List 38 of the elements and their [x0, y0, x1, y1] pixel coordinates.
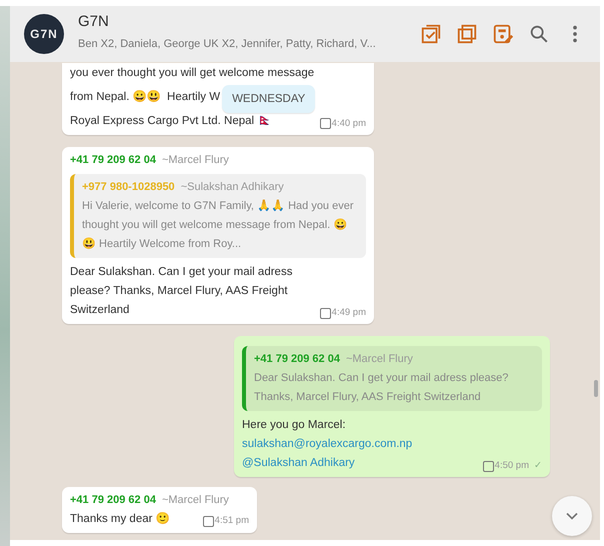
message-time: 4:49 pm	[332, 306, 366, 320]
quoted-text: Hi Valerie, welcome to G7N Family, 🙏🙏 Had you ever thought you will get welcome message from Nepal. 😀😃 Heartily Welcome from Roy...	[82, 200, 354, 250]
quoted-phone: +41 79 209 62 04	[254, 353, 340, 366]
quoted-message[interactable]: +41 79 209 62 04 ~Marcel Flury Dear Sulakshan. Can I get your mail adress please? Thanks, Marcel Flury, AAS Freight Switzerland	[242, 346, 542, 412]
message-text: Royal Express Cargo Pvt Ltd. Nepal 🇳🇵	[70, 115, 272, 127]
message-time: 4:40 pm	[332, 116, 366, 131]
message-text: Dear Sulakshan. Can I get your mail adress please? Thanks, Marcel Flury, AAS Freight Switzerland	[70, 266, 292, 316]
sender-name: ~Marcel Flury	[162, 494, 229, 506]
member-list: Ben X2, Daniela, George UK X2, Jennifer, Patty, Richard, V...	[78, 38, 376, 50]
group-avatar: G7N	[24, 14, 64, 54]
checkbox-icon	[482, 460, 494, 472]
sent-tick: ✓	[534, 459, 542, 473]
checkbox-icon	[320, 308, 331, 319]
chat-title: G7N	[78, 13, 110, 31]
checkbox-icon	[202, 516, 214, 527]
checklist-icon[interactable]	[420, 23, 442, 45]
search-icon[interactable]	[528, 23, 550, 45]
quoted-message[interactable]: +977 980-1028950 ~Sulakshan Adhikary Hi Valerie, welcome to G7N Family, 🙏🙏 Had you ever thought you will get welcome message from Nepal. 😀😃 Heartily Welcome from Roy...	[70, 174, 366, 258]
edit-note-icon[interactable]	[492, 23, 514, 45]
date-label: WEDNESDAY	[222, 85, 316, 113]
quoted-name: ~Marcel Flury	[346, 353, 413, 366]
quoted-name: ~Sulakshan Adhikary	[180, 181, 284, 194]
checkbox-icon	[320, 118, 331, 130]
message-text: from Nepal. 😀😃 Heartily W	[70, 91, 220, 103]
quoted-text: Dear Sulakshan. Can I get your mail adress please? Thanks, Marcel Flury, AAS Freight Switzerland	[254, 372, 508, 404]
email-link[interactable]: sulakshan@royalexcargo.com.np @Sulakshan Adhikary	[242, 435, 477, 474]
sender-name: ~Marcel Flury	[162, 154, 229, 166]
message-time: 4:50 pm	[494, 459, 529, 473]
message-text: you ever thought you will get welcome message	[70, 67, 314, 79]
message-text: Thanks my dear 🙂	[70, 512, 170, 524]
message-time: 4:51 pm	[214, 514, 249, 528]
scroll-down-button[interactable]	[552, 496, 592, 536]
sender-phone: +41 79 209 62 04	[70, 494, 156, 506]
message-text: Here you go Marcel:	[242, 419, 346, 432]
copy-icon[interactable]	[456, 23, 478, 45]
scrollbar-thumb[interactable]	[594, 380, 598, 397]
sender-phone: +41 79 209 62 04	[70, 154, 156, 166]
quoted-phone: +977 980-1028950	[82, 181, 175, 194]
